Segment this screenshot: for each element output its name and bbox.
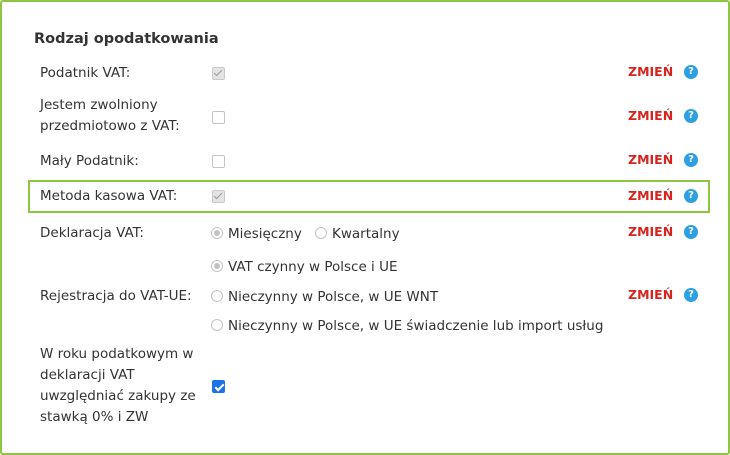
exempt-change-link[interactable]: ZMIEŃ bbox=[628, 108, 673, 123]
zero-rate-label-line2: deklaracji VAT bbox=[40, 367, 135, 383]
vat-ue-option3-label: Nieczynny w Polsce, w UE świadczenie lub… bbox=[228, 318, 604, 334]
cash-method-label: Metoda kasowa VAT: bbox=[40, 188, 178, 204]
vat-ue-label: Rejestracja do VAT-UE: bbox=[40, 288, 192, 304]
vat-payer-change-link[interactable]: ZMIEŃ bbox=[628, 64, 673, 79]
vat-ue-help-icon[interactable]: ? bbox=[684, 288, 698, 302]
zero-rate-label-line1: W roku podatkowym w bbox=[40, 346, 194, 362]
small-taxpayer-label: Mały Podatnik: bbox=[40, 153, 139, 169]
exempt-help-icon[interactable]: ? bbox=[684, 109, 698, 123]
declaration-monthly-label: Miesięczny bbox=[228, 226, 302, 242]
declaration-quarterly-label: Kwartalny bbox=[332, 226, 400, 242]
cash-method-change-link[interactable]: ZMIEŃ bbox=[628, 188, 673, 203]
row-exempt: Jestem zwolniony przedmiotowo z VAT: ZMI… bbox=[28, 95, 710, 139]
row-vat-payer: Podatnik VAT: ZMIEŃ ? bbox=[28, 62, 710, 86]
section-title: Rodzaj opodatkowania bbox=[34, 31, 219, 47]
declaration-monthly-radio[interactable] bbox=[211, 227, 223, 239]
exempt-label-line1: Jestem zwolniony bbox=[40, 97, 158, 113]
vat-ue-option1-radio[interactable] bbox=[211, 260, 223, 272]
zero-rate-checkbox[interactable] bbox=[212, 380, 225, 393]
vat-ue-option3-radio[interactable] bbox=[211, 319, 223, 331]
declaration-change-link[interactable]: ZMIEŃ bbox=[628, 224, 673, 239]
small-taxpayer-checkbox[interactable] bbox=[212, 155, 225, 168]
vat-ue-change-link[interactable]: ZMIEŃ bbox=[628, 287, 673, 302]
vat-payer-help-icon[interactable]: ? bbox=[684, 65, 698, 79]
row-vat-ue: Rejestracja do VAT-UE: VAT czynny w Pols… bbox=[28, 254, 710, 340]
row-small-taxpayer: Mały Podatnik: ZMIEŃ ? bbox=[28, 150, 710, 174]
vat-ue-option2-radio[interactable] bbox=[211, 290, 223, 302]
zero-rate-label: W roku podatkowym w deklaracji VAT uwzgl… bbox=[40, 344, 196, 428]
small-taxpayer-change-link[interactable]: ZMIEŃ bbox=[628, 152, 673, 167]
row-cash-method: Metoda kasowa VAT: ZMIEŃ ? bbox=[28, 180, 710, 213]
vat-ue-option2-label: Nieczynny w Polsce, w UE WNT bbox=[228, 289, 439, 305]
exempt-label-line2: przedmiotowo z VAT: bbox=[40, 118, 180, 134]
small-taxpayer-help-icon[interactable]: ? bbox=[684, 153, 698, 167]
settings-panel: Rodzaj opodatkowania Podatnik VAT: ZMIEŃ… bbox=[0, 0, 730, 455]
exempt-checkbox[interactable] bbox=[212, 111, 225, 124]
vat-payer-label: Podatnik VAT: bbox=[40, 65, 131, 81]
zero-rate-label-line4: stawką 0% i ZW bbox=[40, 409, 149, 425]
cash-method-checkbox[interactable] bbox=[212, 190, 225, 203]
row-zero-rate: W roku podatkowym w deklaracji VAT uwzgl… bbox=[28, 344, 710, 432]
cash-method-help-icon[interactable]: ? bbox=[684, 189, 698, 203]
declaration-quarterly-radio[interactable] bbox=[315, 227, 327, 239]
zero-rate-label-line3: uwzględniać zakupy ze bbox=[40, 388, 196, 404]
declaration-label: Deklaracja VAT: bbox=[40, 225, 144, 241]
row-declaration: Deklaracja VAT: Miesięczny Kwartalny ZMI… bbox=[28, 222, 710, 246]
vat-ue-option1-label: VAT czynny w Polsce i UE bbox=[228, 259, 398, 275]
declaration-help-icon[interactable]: ? bbox=[684, 225, 698, 239]
vat-payer-checkbox[interactable] bbox=[212, 67, 225, 80]
exempt-label: Jestem zwolniony przedmiotowo z VAT: bbox=[40, 95, 180, 137]
